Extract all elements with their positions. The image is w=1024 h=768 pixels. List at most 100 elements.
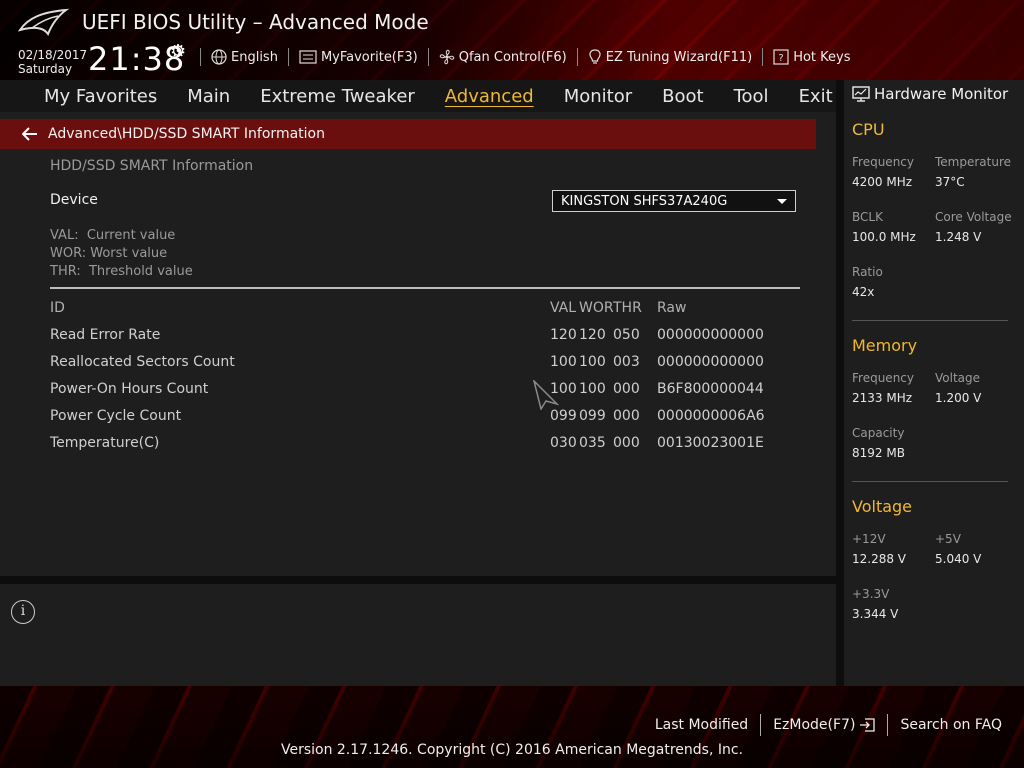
tab-boot[interactable]: Boot (647, 86, 718, 107)
row-thr: 000 (613, 381, 640, 397)
tab-monitor[interactable]: Monitor (549, 86, 647, 107)
search-faq-button[interactable]: Search on FAQ (887, 714, 1014, 736)
row-wor: 100 (579, 381, 606, 397)
myfavorite-button[interactable]: MyFavorite(F3) (287, 48, 428, 66)
row-val: 120 (550, 327, 577, 343)
qfan-control-button[interactable]: Qfan Control(F6) (427, 48, 577, 66)
language-button[interactable]: English (200, 48, 288, 66)
row-id: Reallocated Sectors Count (50, 354, 235, 370)
ezmode-label: EzMode(F7) (773, 717, 856, 733)
back-arrow-icon[interactable] (22, 127, 38, 141)
table-row: Power-On Hours Count 100 100 000 B6F8000… (50, 379, 800, 406)
info-icon: i (11, 600, 35, 624)
ratio-value: 42x (852, 285, 875, 299)
ez-tuning-wizard-button[interactable]: EZ Tuning Wizard(F11) (576, 48, 762, 66)
v33-label: +3.3V (852, 587, 890, 601)
hot-keys-label: Hot Keys (793, 49, 851, 65)
cpu-section-title: CPU (852, 120, 885, 139)
row-wor: 099 (579, 408, 606, 424)
table-row: Reallocated Sectors Count 100 100 003 00… (50, 352, 800, 379)
hardware-monitor-title: Hardware Monitor (852, 85, 1008, 103)
tab-my-favorites[interactable]: My Favorites (0, 86, 172, 107)
row-id: Temperature(C) (50, 435, 160, 451)
row-raw: 000000000000 (657, 354, 764, 370)
row-id: Power Cycle Count (50, 408, 182, 424)
cpu-frequency-value: 4200 MHz (852, 175, 913, 189)
device-select-value: KINGSTON SHFS37A240G (561, 193, 728, 209)
smart-table: ID VAL WOR THR Raw Read Error Rate 120 1… (50, 298, 800, 460)
table-row: Temperature(C) 030 035 000 00130023001E (50, 433, 800, 460)
row-raw: 00130023001E (657, 435, 764, 451)
myfavorite-label: MyFavorite(F3) (320, 49, 418, 65)
ezmode-button[interactable]: EzMode(F7) (760, 714, 887, 736)
legend-wor: WOR: Worst value (50, 246, 168, 261)
tab-advanced[interactable]: Advanced (430, 86, 549, 107)
header-wor: WOR (579, 300, 614, 316)
table-header-row: ID VAL WOR THR Raw (50, 298, 800, 325)
row-thr: 050 (613, 327, 640, 343)
exit-arrow-icon (860, 718, 876, 732)
row-raw: 0000000006A6 (657, 408, 765, 424)
row-wor: 100 (579, 354, 606, 370)
device-select[interactable]: KINGSTON SHFS37A240G (552, 190, 796, 212)
help-panel: i (0, 584, 836, 686)
hardware-monitor-panel: Hardware Monitor CPU Frequency 4200 MHz … (844, 80, 1024, 686)
tab-tool[interactable]: Tool (719, 86, 784, 107)
svg-text:?: ? (779, 53, 784, 64)
gear-icon[interactable]: ⚙ (170, 41, 186, 62)
row-thr: 003 (613, 354, 640, 370)
row-val: 099 (550, 408, 577, 424)
rog-logo-icon (18, 8, 70, 37)
cpu-frequency-label: Frequency (852, 155, 914, 169)
main-nav: My Favorites Main Extreme Tweaker Advanc… (0, 80, 836, 112)
search-faq-label: Search on FAQ (900, 717, 1002, 733)
main-panel: Advanced\HDD/SSD SMART Information HDD/S… (0, 112, 836, 576)
memory-frequency-label: Frequency (852, 371, 914, 385)
monitor-icon (852, 86, 870, 102)
chevron-down-icon (777, 198, 787, 204)
memory-voltage-label: Voltage (935, 371, 981, 385)
hot-keys-button[interactable]: ? Hot Keys (762, 48, 860, 66)
globe-icon (211, 49, 227, 65)
tab-main[interactable]: Main (172, 86, 245, 107)
hardware-monitor-label: Hardware Monitor (874, 85, 1009, 103)
tab-exit[interactable]: Exit (784, 86, 848, 107)
cpu-divider (852, 320, 1008, 321)
row-id: Read Error Rate (50, 327, 161, 343)
core-voltage-label: Core Voltage (935, 210, 1012, 224)
v12-label: +12V (852, 532, 886, 546)
footer-links: Last Modified EzMode(F7) Search on FAQ (643, 714, 1014, 736)
breadcrumb-text: Advanced\HDD/SSD SMART Information (48, 126, 325, 142)
row-id: Power-On Hours Count (50, 381, 209, 397)
qfan-control-label: Qfan Control(F6) (458, 49, 567, 65)
memory-divider (852, 481, 1008, 482)
copyright-text: Version 2.17.1246. Copyright (C) 2016 Am… (280, 742, 744, 758)
bclk-value: 100.0 MHz (852, 230, 916, 244)
section-divider (50, 287, 800, 289)
breadcrumb[interactable]: Advanced\HDD/SSD SMART Information (0, 119, 816, 149)
bclk-label: BCLK (852, 210, 883, 224)
row-wor: 035 (579, 435, 606, 451)
device-label: Device (50, 192, 98, 208)
favorite-list-icon (299, 50, 317, 64)
value-legend: VAL: Current value WOR: Worst value THR: T… (50, 227, 193, 281)
header-bar: UEFI BIOS Utility – Advanced Mode 02/18/… (0, 0, 1024, 80)
voltage-section-title: Voltage (852, 497, 913, 516)
lightbulb-icon (589, 49, 601, 64)
v12-value: 12.288 V (852, 552, 907, 566)
last-modified-button[interactable]: Last Modified (643, 714, 760, 736)
ratio-label: Ratio (852, 265, 883, 279)
row-val: 100 (550, 354, 577, 370)
v5-value: 5.040 V (935, 552, 982, 566)
tab-extreme-tweaker[interactable]: Extreme Tweaker (245, 86, 430, 107)
memory-voltage-value: 1.200 V (935, 391, 982, 405)
v33-value: 3.344 V (852, 607, 899, 621)
cpu-temperature-label: Temperature (935, 155, 1012, 169)
fan-icon (439, 49, 454, 65)
row-raw: 000000000000 (657, 327, 764, 343)
row-wor: 120 (579, 327, 606, 343)
memory-frequency-value: 2133 MHz (852, 391, 913, 405)
day-text: Saturday (18, 62, 73, 76)
v5-label: +5V (935, 532, 961, 546)
row-val: 030 (550, 435, 577, 451)
